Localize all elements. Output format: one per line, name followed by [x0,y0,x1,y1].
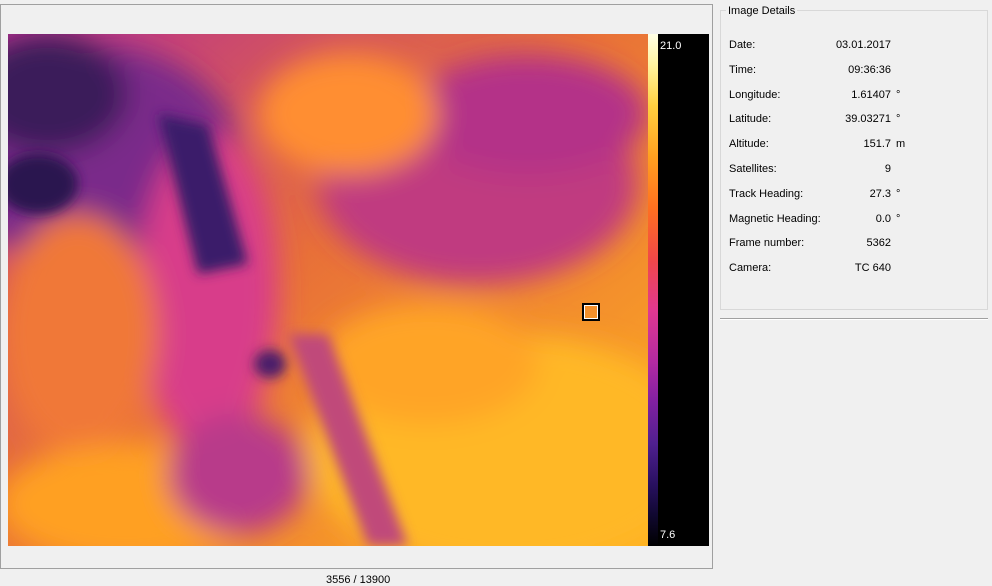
detail-row-longitude: Longitude: 1.61407 ° [721,89,989,103]
detail-label: Satellites: [729,163,777,175]
image-viewer: 21.0 7.6 [0,4,713,569]
scale-min-value: 7.6 [660,529,676,541]
detail-label: Time: [729,64,757,76]
detail-row-track-heading: Track Heading: 27.3 ° [721,188,989,202]
scale-max-value: 21.0 [660,40,682,52]
detail-value: 0.0 [875,213,891,225]
detail-row-time: Time: 09:36:36 [721,64,989,78]
panel-separator [720,318,988,320]
frame-counter: 3556 / 13900 [326,574,391,586]
detail-unit: ° [896,213,901,225]
color-scale: 21.0 7.6 [648,34,709,546]
detail-label: Altitude: [729,138,769,150]
detail-label: Camera: [729,262,772,274]
detail-label: Track Heading: [729,188,804,200]
detail-value: 1.61407 [851,89,891,101]
detail-value: 39.03271 [845,113,891,125]
hotspot-marker[interactable] [582,303,600,321]
detail-unit: ° [896,113,901,125]
detail-row-satellites: Satellites: 9 [721,163,989,177]
detail-value: TC 640 [854,262,891,274]
detail-row-camera: Camera: TC 640 [721,262,989,276]
detail-row-altitude: Altitude: 151.7 m [721,138,989,152]
detail-row-latitude: Latitude: 39.03271 ° [721,113,989,127]
detail-row-date: Date: 03.01.2017 [721,39,989,53]
detail-label: Magnetic Heading: [729,213,821,225]
detail-value: 27.3 [869,188,891,200]
detail-unit: ° [896,89,901,101]
detail-label: Date: [729,39,756,51]
detail-value: 09:36:36 [848,64,891,76]
detail-label: Frame number: [729,237,805,249]
thermal-image[interactable] [8,34,648,546]
color-gradient [648,34,658,546]
detail-value: 03.01.2017 [835,39,891,51]
detail-value: 5362 [866,237,891,249]
detail-unit: ° [896,188,901,200]
detail-label: Latitude: [729,113,772,125]
detail-value: 151.7 [863,138,891,150]
detail-unit: m [896,138,906,150]
detail-row-magnetic-heading: Magnetic Heading: 0.0 ° [721,213,989,227]
panel-title: Image Details [726,5,798,17]
detail-row-frame-number: Frame number: 5362 [721,237,989,251]
image-details-panel: Image Details Date: 03.01.2017 Time: 09:… [720,5,989,310]
detail-label: Longitude: [729,89,781,101]
detail-value: 9 [884,163,891,175]
